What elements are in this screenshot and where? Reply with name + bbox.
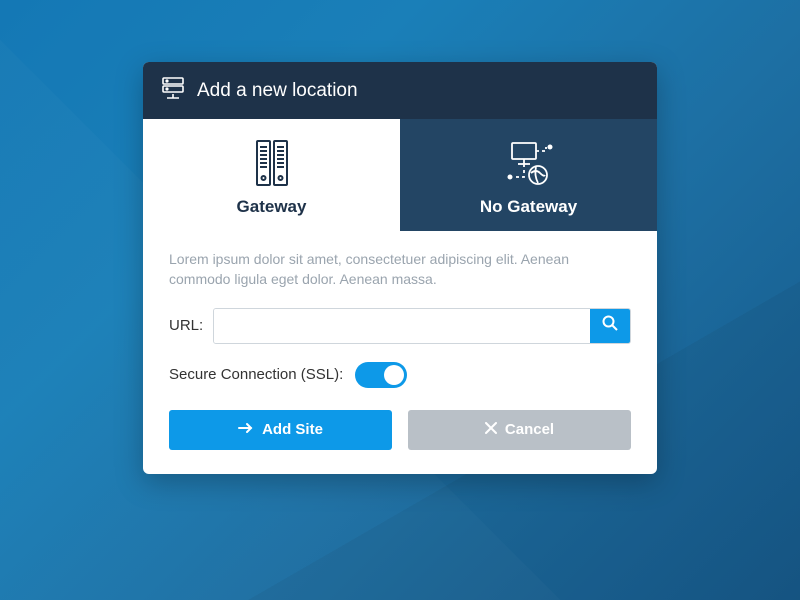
ssl-toggle[interactable] [355, 362, 407, 388]
description-text: Lorem ipsum dolor sit amet, consectetuer… [169, 249, 631, 290]
tab-gateway[interactable]: Gateway [143, 119, 400, 231]
add-site-button[interactable]: Add Site [169, 410, 392, 450]
close-icon [485, 421, 497, 438]
toggle-knob [384, 365, 404, 385]
tab-gateway-label: Gateway [143, 197, 400, 217]
add-location-modal: Add a new location Gateway [143, 62, 657, 474]
url-label: URL: [169, 317, 203, 334]
ssl-row: Secure Connection (SSL): [169, 362, 631, 388]
add-site-label: Add Site [262, 421, 323, 438]
arrow-right-icon [238, 421, 254, 438]
url-row: URL: [169, 308, 631, 344]
tabs: Gateway No Gateway [143, 119, 657, 231]
no-gateway-icon [400, 137, 657, 189]
modal-body: Lorem ipsum dolor sit amet, consectetuer… [143, 231, 657, 474]
cancel-button[interactable]: Cancel [408, 410, 631, 450]
tab-no-gateway-label: No Gateway [400, 197, 657, 217]
modal-header: Add a new location [143, 62, 657, 119]
server-icon [161, 76, 185, 105]
ssl-label: Secure Connection (SSL): [169, 366, 343, 383]
search-icon [601, 314, 619, 337]
button-row: Add Site Cancel [169, 410, 631, 450]
gateway-icon [143, 137, 400, 189]
cancel-label: Cancel [505, 421, 554, 438]
modal-title: Add a new location [197, 80, 358, 102]
tab-no-gateway[interactable]: No Gateway [400, 119, 657, 231]
search-button[interactable] [590, 309, 630, 343]
url-input[interactable] [214, 309, 590, 343]
url-input-group [213, 308, 631, 344]
